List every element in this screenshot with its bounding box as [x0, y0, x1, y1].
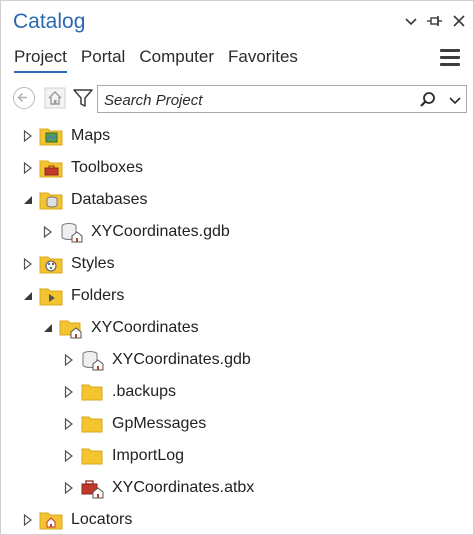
expand-arrow-icon[interactable] [62, 417, 76, 431]
styles-folder-icon [39, 253, 63, 275]
expand-arrow-icon[interactable] [41, 225, 55, 239]
home-folder-icon [59, 317, 83, 339]
tree-item-gdb-nested[interactable]: XYCoordinates.gdb [62, 345, 251, 375]
expand-arrow-icon[interactable] [62, 449, 76, 463]
back-button[interactable] [13, 87, 35, 109]
geodatabase-home-icon [80, 349, 104, 371]
tree-item-label: GpMessages [112, 415, 207, 432]
tab-computer[interactable]: Computer [139, 47, 214, 73]
tree-item-gdb[interactable]: XYCoordinates.gdb [41, 217, 230, 247]
tree-item-label: .backups [112, 383, 177, 400]
toolboxes-folder-icon [39, 157, 63, 179]
tree-item-label: Locators [71, 511, 133, 528]
tree-item-gpmessages[interactable]: GpMessages [62, 409, 206, 439]
tree-item-backups[interactable]: .backups [62, 377, 176, 407]
expand-arrow-icon[interactable] [21, 513, 35, 527]
folder-icon [80, 413, 104, 435]
collapse-arrow-icon[interactable] [21, 289, 35, 303]
catalog-pane: Catalog Project Portal Computer Favorite… [0, 0, 474, 535]
tree-item-label: Toolboxes [71, 159, 144, 176]
expand-arrow-icon[interactable] [62, 385, 76, 399]
pane-title: Catalog [13, 10, 86, 33]
arrow-left-icon [17, 92, 27, 103]
tree-item-label: XYCoordinates [91, 319, 199, 336]
tree-item-label: ImportLog [112, 447, 185, 464]
search-icon[interactable] [418, 90, 438, 110]
expand-arrow-icon[interactable] [21, 129, 35, 143]
tree-item-label: Maps [71, 127, 111, 144]
expand-arrow-icon[interactable] [21, 161, 35, 175]
tree-item-label: XYCoordinates.gdb [112, 351, 251, 368]
tree-item-styles[interactable]: Styles [21, 249, 115, 279]
filter-icon [73, 89, 93, 107]
collapse-arrow-icon[interactable] [41, 321, 55, 335]
expand-arrow-icon[interactable] [62, 481, 76, 495]
folder-icon [80, 445, 104, 467]
maps-folder-icon [39, 125, 63, 147]
tree-item-atbx[interactable]: XYCoordinates.atbx [62, 473, 254, 503]
search-input[interactable] [102, 89, 406, 111]
tree-item-xycoordinates-folder[interactable]: XYCoordinates [41, 313, 199, 343]
folders-folder-icon [39, 285, 63, 307]
catalog-tabs: Project Portal Computer Favorites [14, 47, 298, 73]
tab-portal[interactable]: Portal [81, 47, 125, 73]
tree-item-label: Databases [71, 191, 148, 208]
home-icon [44, 87, 66, 109]
tree-item-label: Folders [71, 287, 125, 304]
tab-project[interactable]: Project [14, 47, 67, 73]
expand-arrow-icon[interactable] [21, 257, 35, 271]
hamburger-menu-icon[interactable] [440, 49, 460, 70]
chevron-down-icon[interactable] [405, 15, 417, 29]
tree-item-toolboxes[interactable]: Toolboxes [21, 153, 143, 183]
tree-item-label: XYCoordinates.atbx [112, 479, 255, 496]
databases-folder-icon [39, 189, 63, 211]
window-controls [405, 15, 465, 29]
tree-item-label: Styles [71, 255, 115, 272]
tree-item-locators[interactable]: Locators [21, 505, 132, 535]
tree-item-databases[interactable]: Databases [21, 185, 148, 215]
filter-button[interactable] [71, 86, 95, 110]
tree-item-importlog[interactable]: ImportLog [62, 441, 184, 471]
home-button[interactable] [43, 86, 67, 110]
geodatabase-home-icon [59, 221, 83, 243]
search-box [97, 85, 467, 113]
tree-item-maps[interactable]: Maps [21, 121, 110, 151]
tab-favorites[interactable]: Favorites [228, 47, 298, 73]
locators-folder-icon [39, 509, 63, 531]
toolbox-home-icon [80, 477, 104, 499]
search-options-chevron-icon[interactable] [447, 91, 463, 109]
close-icon[interactable] [453, 15, 465, 29]
tree-item-label: XYCoordinates.gdb [91, 223, 230, 240]
tree-item-folders[interactable]: Folders [21, 281, 124, 311]
folder-icon [80, 381, 104, 403]
collapse-arrow-icon[interactable] [21, 193, 35, 207]
expand-arrow-icon[interactable] [62, 353, 76, 367]
pin-icon[interactable] [427, 15, 443, 29]
